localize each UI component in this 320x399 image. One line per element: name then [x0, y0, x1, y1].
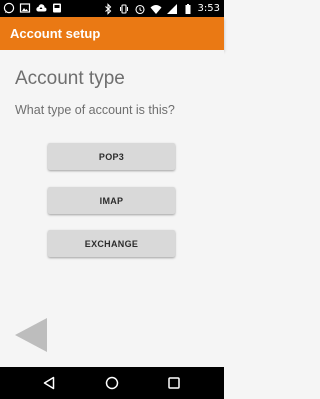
nav-back-icon[interactable]: [41, 375, 57, 391]
account-type-question: What type of account is this?: [15, 103, 175, 117]
battery-icon: [182, 3, 194, 15]
alarm-icon: [134, 3, 146, 15]
signal-icon: [166, 3, 178, 15]
cloud-upload-icon: [35, 2, 47, 14]
imap-button[interactable]: IMAP: [48, 187, 175, 214]
wifi-icon: [150, 3, 162, 15]
status-time: 3:53: [197, 3, 220, 14]
app-title: Account setup: [10, 26, 101, 41]
media-icon: [51, 2, 63, 14]
notification-icons: [3, 2, 63, 14]
page-title: Account type: [15, 68, 125, 89]
nav-home-icon[interactable]: [104, 375, 120, 391]
account-type-screen: Account type What type of account is thi…: [0, 50, 224, 367]
whatsapp-icon: [3, 2, 15, 14]
vibrate-icon: [118, 3, 130, 15]
pop3-button[interactable]: POP3: [48, 143, 175, 170]
system-icons: 3:53: [102, 2, 220, 15]
image-icon: [19, 2, 31, 14]
navigation-bar: [0, 367, 224, 399]
app-bar: Account setup: [0, 17, 224, 50]
nav-recents-icon[interactable]: [166, 375, 182, 391]
bluetooth-icon: [102, 2, 114, 15]
exchange-button[interactable]: EXCHANGE: [48, 230, 175, 257]
triangle-left-icon[interactable]: [13, 317, 49, 353]
status-bar: 3:53: [0, 0, 224, 17]
